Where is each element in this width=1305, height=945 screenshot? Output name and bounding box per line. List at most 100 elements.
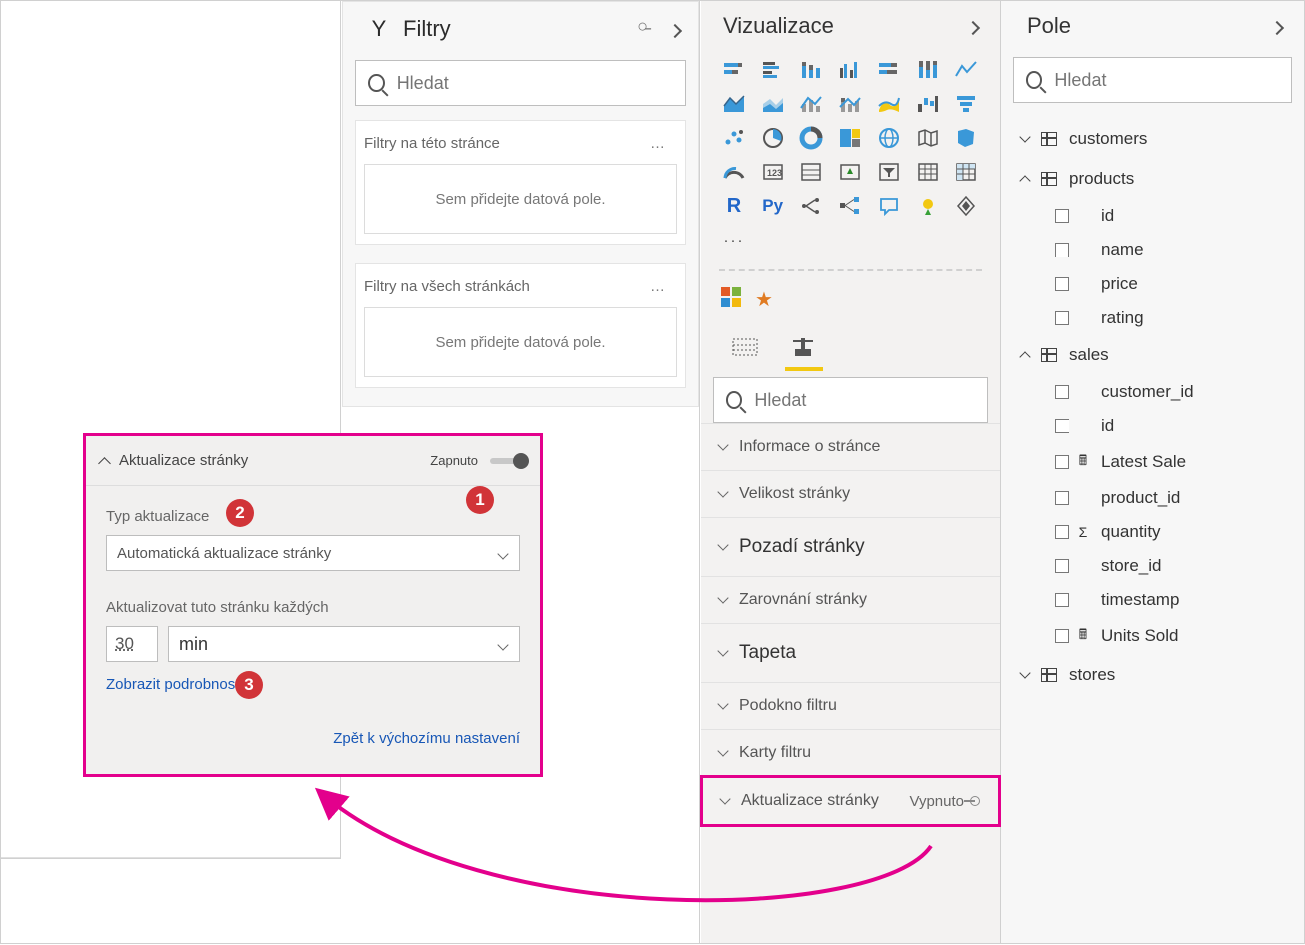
- table-icon: [1041, 668, 1057, 682]
- map-icon[interactable]: [874, 125, 904, 151]
- filled-map-icon[interactable]: [913, 125, 943, 151]
- multi-row-card-icon[interactable]: [796, 159, 826, 185]
- filters-icon: Y: [369, 16, 389, 42]
- visibility-icon[interactable]: ○̵: [637, 16, 648, 42]
- format-tab[interactable]: [789, 335, 819, 363]
- card-icon[interactable]: 123: [758, 159, 788, 185]
- stacked-bar-100-icon[interactable]: [874, 57, 904, 83]
- refresh-every-label: Aktualizovat tuto stránku každých: [106, 599, 520, 616]
- fields-search-input[interactable]: [1054, 70, 1279, 91]
- slicer-icon[interactable]: [874, 159, 904, 185]
- field-rating[interactable]: rating: [1001, 301, 1304, 335]
- clustered-bar-icon[interactable]: [758, 57, 788, 83]
- table-stores[interactable]: stores: [1001, 655, 1304, 695]
- kpi-icon[interactable]: [835, 159, 865, 185]
- refresh-interval-input[interactable]: 30: [106, 626, 158, 662]
- favorite-icon[interactable]: ★: [755, 287, 773, 313]
- field-quantity[interactable]: Σquantity: [1001, 515, 1304, 549]
- section-page-align[interactable]: Zarovnání stránky: [701, 576, 1000, 623]
- field-units-sold[interactable]: 🖩Units Sold: [1001, 617, 1304, 655]
- field-name[interactable]: name: [1001, 233, 1304, 267]
- field-id[interactable]: id: [1001, 199, 1304, 233]
- line-stacked-column-icon[interactable]: [835, 91, 865, 117]
- area-chart-icon[interactable]: [719, 91, 749, 117]
- collapse-icon[interactable]: [1272, 13, 1282, 39]
- funnel-icon[interactable]: [951, 91, 981, 117]
- filters-pane-title: Filtry: [403, 16, 451, 42]
- shape-map-icon[interactable]: [951, 125, 981, 151]
- matrix-icon[interactable]: [951, 159, 981, 185]
- scatter-icon[interactable]: [719, 125, 749, 151]
- qna-visual-icon[interactable]: [874, 193, 904, 219]
- section-page-bg[interactable]: Pozadí stránky: [701, 517, 1000, 576]
- waterfall-icon[interactable]: [913, 91, 943, 117]
- field-price[interactable]: price: [1001, 267, 1304, 301]
- section-page-info[interactable]: Informace o stránce: [701, 423, 1000, 470]
- line-chart-icon[interactable]: [951, 57, 981, 83]
- section-page-refresh[interactable]: Aktualizace stránky Vypnuto: [700, 775, 1001, 827]
- table-products[interactable]: products: [1001, 159, 1304, 199]
- table-sales[interactable]: sales: [1001, 335, 1304, 375]
- filters-search[interactable]: [355, 60, 686, 106]
- treemap-icon[interactable]: [835, 125, 865, 151]
- section-filter-cards[interactable]: Karty filtru: [701, 729, 1000, 776]
- collapse-icon[interactable]: [968, 13, 978, 39]
- show-details-link[interactable]: Zobrazit podrobnosti: [106, 676, 243, 693]
- chevron-up-icon[interactable]: [98, 457, 111, 470]
- annotation-badge-2: 2: [226, 499, 254, 527]
- filter-dropzone[interactable]: Sem přidejte datová pole.: [364, 164, 677, 234]
- decomposition-tree-icon[interactable]: [835, 193, 865, 219]
- search-icon: [368, 74, 385, 92]
- filter-block-title: Filtry na této stránce: [364, 135, 500, 152]
- viz-search-input[interactable]: [754, 390, 975, 411]
- line-clustered-column-icon[interactable]: [796, 91, 826, 117]
- fields-tab[interactable]: [731, 335, 761, 363]
- page-refresh-callout: Aktualizace stránky Zapnuto Typ aktualiz…: [83, 433, 543, 777]
- section-wallpaper[interactable]: Tapeta: [701, 623, 1000, 682]
- refresh-type-select[interactable]: Automatická aktualizace stránky: [106, 535, 520, 571]
- table-icon: [1041, 348, 1057, 362]
- stacked-column-icon[interactable]: [796, 57, 826, 83]
- python-visual-icon[interactable]: Py: [758, 193, 788, 219]
- fields-search[interactable]: [1013, 57, 1292, 103]
- key-influencers-icon[interactable]: [796, 193, 826, 219]
- field-customer-id[interactable]: customer_id: [1001, 375, 1304, 409]
- visualizations-pane: Vizualizace 123 R: [701, 1, 1001, 943]
- section-filter-pane[interactable]: Podokno filtru: [701, 682, 1000, 729]
- more-icon[interactable]: …: [650, 278, 667, 295]
- pie-icon[interactable]: [758, 125, 788, 151]
- r-visual-icon[interactable]: R: [719, 193, 749, 219]
- ms-apps-icon[interactable]: [721, 287, 741, 313]
- more-icon[interactable]: …: [650, 135, 667, 152]
- field-product-id[interactable]: product_id: [1001, 481, 1304, 515]
- field-latest-sale[interactable]: 🖩Latest Sale: [1001, 443, 1304, 481]
- azure-map-icon[interactable]: [951, 193, 981, 219]
- refresh-unit-select[interactable]: min: [168, 626, 520, 662]
- stacked-column-100-icon[interactable]: [913, 57, 943, 83]
- donut-icon[interactable]: [796, 125, 826, 151]
- section-page-size[interactable]: Velikost stránky: [701, 470, 1000, 517]
- viz-icon-grid: 123 R Py ···: [701, 57, 1000, 261]
- more-visuals-icon[interactable]: ···: [719, 227, 749, 253]
- field-id[interactable]: id: [1001, 409, 1304, 443]
- stacked-bar-icon[interactable]: [719, 57, 749, 83]
- filter-dropzone[interactable]: Sem přidejte datová pole.: [364, 307, 677, 377]
- filters-search-input[interactable]: [397, 73, 673, 94]
- ribbon-chart-icon[interactable]: [874, 91, 904, 117]
- fields-pane: Pole customers products id name price ra…: [1001, 1, 1304, 943]
- table-customers[interactable]: customers: [1001, 119, 1304, 159]
- stacked-area-icon[interactable]: [758, 91, 788, 117]
- collapse-icon[interactable]: [670, 16, 680, 42]
- viz-search[interactable]: [713, 377, 988, 423]
- refresh-type-label: Typ aktualizace: [106, 508, 520, 525]
- field-store-id[interactable]: store_id: [1001, 549, 1304, 583]
- annotation-badge-1: 1: [466, 486, 494, 514]
- reset-default-link[interactable]: Zpět k výchozímu nastavení: [333, 730, 520, 747]
- table-icon[interactable]: [913, 159, 943, 185]
- arcgis-icon[interactable]: [913, 193, 943, 219]
- gauge-icon[interactable]: [719, 159, 749, 185]
- clustered-column-icon[interactable]: [835, 57, 865, 83]
- chevron-down-icon: [497, 639, 508, 650]
- field-timestamp[interactable]: timestamp: [1001, 583, 1304, 617]
- page-refresh-toggle[interactable]: [490, 458, 524, 464]
